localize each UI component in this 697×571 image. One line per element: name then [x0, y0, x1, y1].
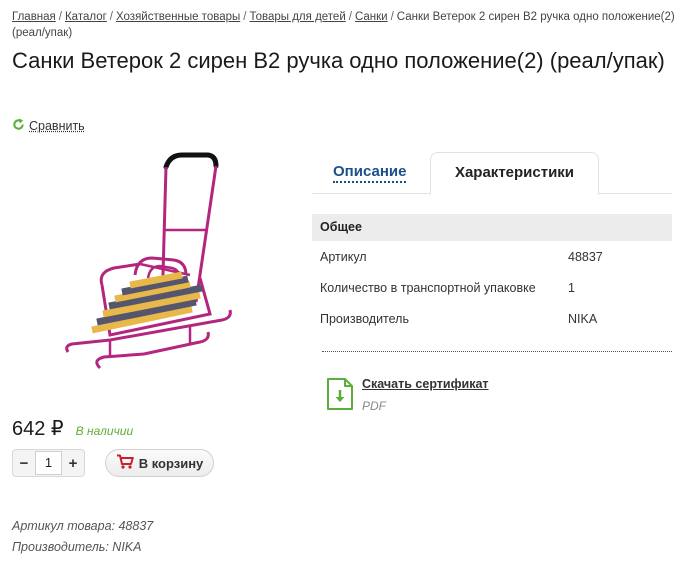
qty-input[interactable]: 1 [35, 451, 62, 475]
price: 642 ₽ [12, 418, 64, 440]
quantity-stepper: − 1 + [12, 449, 85, 477]
spec-key: Производитель [320, 312, 409, 326]
add-to-cart-button[interactable]: В корзину [105, 449, 214, 477]
price-row: 642 ₽ В наличии [12, 416, 133, 441]
breadcrumb: Главная / Каталог / Хозяйственные товары / Тов… [12, 9, 692, 41]
spec-key: Артикул [320, 250, 367, 264]
breadcrumb-separator: / [58, 11, 62, 23]
compare-icon [12, 118, 25, 134]
specs-group-title: Общее [312, 214, 672, 241]
spec-row: Производитель NIKA [312, 303, 672, 334]
document-download-icon[interactable] [326, 377, 354, 416]
spec-value: 1 [568, 281, 575, 295]
spec-row: Количество в транспортной упаковке 1 [312, 272, 672, 303]
stock-status: В наличии [75, 424, 134, 438]
certificate-link[interactable]: Скачать сертификат [362, 377, 489, 391]
tab-characteristics[interactable]: Характеристики [430, 152, 599, 195]
spec-row: Артикул 48837 [312, 241, 672, 272]
breadcrumb-link-sleds[interactable]: Санки [355, 11, 388, 23]
product-tabs: Описание Характеристики [312, 152, 672, 195]
tab-description[interactable]: Описание [333, 162, 407, 183]
compare-label: Сравнить [29, 119, 85, 133]
compare-button[interactable]: Сравнить [12, 118, 85, 134]
breadcrumb-link-catalog[interactable]: Каталог [65, 11, 107, 23]
breadcrumb-separator: / [109, 11, 113, 23]
breadcrumb-separator: / [348, 11, 352, 23]
product-meta: Артикул товара: 48837 Производитель: NIK… [12, 516, 153, 558]
spec-value: 48837 [568, 250, 603, 264]
meta-article: Артикул товара: 48837 [12, 519, 154, 533]
qty-increase-button[interactable]: + [62, 450, 84, 476]
page-title: Санки Ветерок 2 сирен В2 ручка одно поло… [12, 48, 665, 73]
certificate-download: Скачать сертификат PDF [326, 375, 526, 415]
meta-manufacturer: Производитель: NIKA [12, 540, 142, 554]
product-image[interactable] [40, 150, 264, 390]
add-to-cart-label: В корзину [138, 455, 204, 471]
spec-key: Количество в транспортной упаковке [320, 281, 536, 295]
breadcrumb-separator: / [390, 11, 394, 23]
certificate-type: PDF [362, 399, 386, 413]
sled-image [65, 152, 232, 370]
breadcrumb-link-kids[interactable]: Товары для детей [249, 11, 345, 23]
breadcrumb-link-home[interactable]: Главная [12, 11, 56, 23]
cart-icon [116, 454, 134, 472]
breadcrumb-link-household[interactable]: Хозяйственные товары [116, 11, 240, 23]
spec-value: NIKA [568, 312, 598, 326]
specs-divider [322, 351, 672, 352]
specs-table: Общее Артикул 48837 Количество в транспо… [312, 214, 672, 334]
breadcrumb-separator: / [243, 11, 247, 23]
qty-decrease-button[interactable]: − [13, 450, 35, 476]
